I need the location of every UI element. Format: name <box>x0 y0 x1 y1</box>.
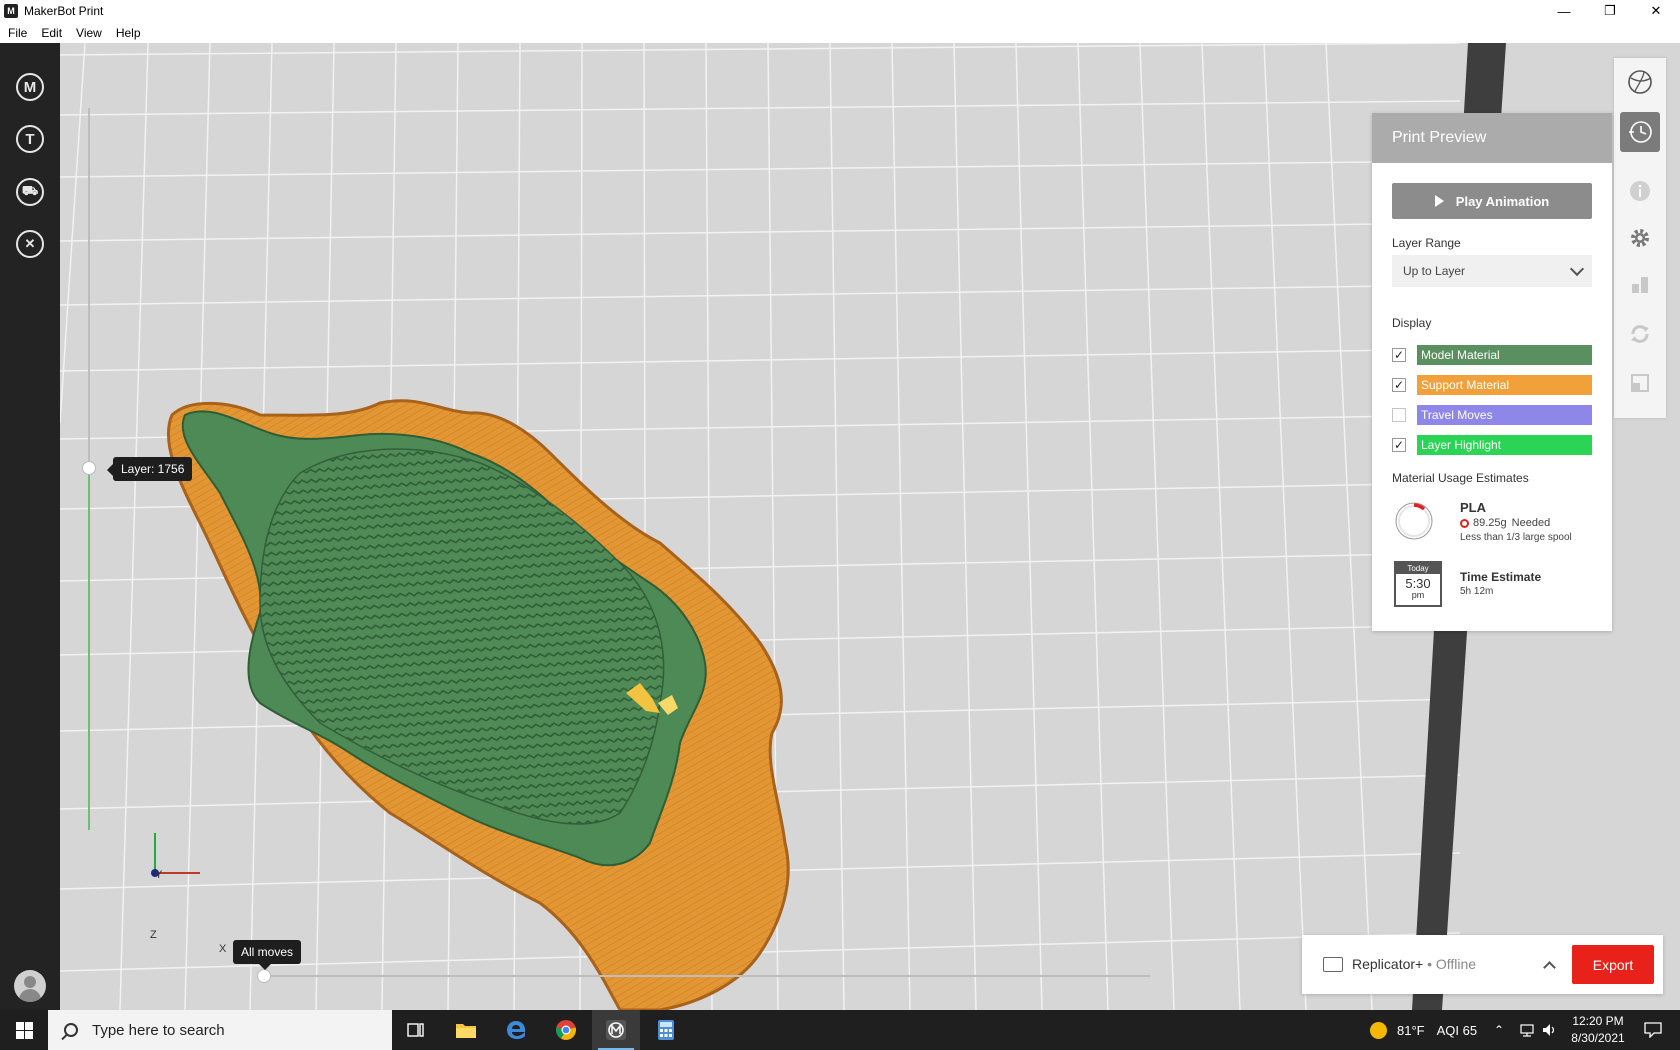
weather-widget[interactable]: 81°F AQI 65 <box>1370 1010 1477 1050</box>
checkbox-travel-moves[interactable] <box>1392 408 1406 422</box>
export-button[interactable]: Export <box>1572 945 1654 984</box>
material-usage-label: Material Usage Estimates <box>1392 471 1529 485</box>
rotate-icon[interactable] <box>1620 314 1660 354</box>
taskbar-clock[interactable]: 12:20 PM 8/30/2021 <box>1560 1013 1636 1047</box>
menu-file[interactable]: File <box>6 26 29 40</box>
display-layer-highlight[interactable]: ✓ Layer Highlight <box>1392 435 1592 455</box>
weather-aqi: AQI 65 <box>1436 1022 1478 1038</box>
play-animation-label: Play Animation <box>1455 193 1550 209</box>
calendar-day: Today <box>1396 563 1440 574</box>
swatch-support-material: Support Material <box>1417 375 1592 395</box>
time-estimate-title: Time Estimate <box>1460 570 1542 584</box>
search-placeholder: Type here to search <box>92 1021 225 1039</box>
layer-range-value: Up to Layer <box>1403 264 1466 278</box>
display-label: Display <box>1392 316 1432 330</box>
makerbot-print-taskbar-icon[interactable] <box>592 1010 640 1050</box>
display-travel-moves[interactable]: Travel Moves <box>1392 405 1592 425</box>
spool-note: Less than 1/3 large spool <box>1460 532 1572 543</box>
sun-icon <box>1370 1021 1387 1039</box>
notifications-icon[interactable] <box>1644 1010 1662 1050</box>
cart-icon[interactable]: ⛟ <box>16 178 44 206</box>
spool-gauge-icon <box>1395 502 1433 540</box>
checkbox-layer-highlight[interactable]: ✓ <box>1392 438 1406 452</box>
title-bar: M MakerBot Print — ❐ ✕ <box>0 0 1680 22</box>
menu-bar: File Edit View Help <box>0 22 1680 43</box>
printer-bar: Replicator+ • Offline Export <box>1302 935 1663 994</box>
app-logo-icon: M <box>4 4 18 18</box>
print-preview-panel: Print Preview Play Animation Layer Range… <box>1372 113 1612 631</box>
status-dot-icon <box>1460 518 1469 528</box>
makerbot-logo-icon[interactable]: M <box>16 73 44 101</box>
task-view-icon[interactable] <box>392 1010 440 1050</box>
printer-name: Replicator+ <box>1352 956 1424 972</box>
layer-range-select[interactable]: Up to Layer <box>1392 255 1592 287</box>
moves-tooltip: All moves <box>233 940 302 970</box>
chevron-up-icon[interactable] <box>1543 961 1556 974</box>
search-icon <box>64 1023 78 1037</box>
window-title: MakerBot Print <box>24 4 104 18</box>
calendar-time: 5:30 <box>1405 576 1431 591</box>
minimize-icon[interactable]: — <box>1541 0 1587 22</box>
display-model-material[interactable]: ✓ Model Material <box>1392 345 1592 365</box>
tools-icon[interactable]: ✕ <box>16 230 44 258</box>
swatch-travel-moves: Travel Moves <box>1417 405 1592 425</box>
clock-time: 12:20 PM <box>1572 1014 1624 1028</box>
swatch-layer-highlight: Layer Highlight <box>1417 435 1592 455</box>
time-estimate-value: 5h 12m <box>1460 586 1494 597</box>
calculator-icon[interactable] <box>642 1010 690 1050</box>
tray-chevron-icon[interactable]: ⌃ <box>1494 1010 1504 1050</box>
material-needed: 89.25g Needed <box>1460 517 1550 529</box>
edge-browser-icon[interactable] <box>492 1010 540 1050</box>
swatch-model-material: Model Material <box>1417 345 1592 365</box>
network-icon[interactable] <box>1518 1010 1536 1050</box>
moves-slider-handle[interactable] <box>257 969 271 983</box>
taskbar-search-box[interactable]: Type here to search <box>48 1010 392 1050</box>
checkbox-model-material[interactable]: ✓ <box>1392 348 1406 362</box>
print-preview-icon[interactable] <box>1620 112 1660 152</box>
play-animation-button[interactable]: Play Animation <box>1392 183 1592 219</box>
arrange-icon[interactable] <box>1620 265 1660 305</box>
material-needed-suffix: Needed <box>1511 517 1551 529</box>
play-icon <box>1434 195 1444 207</box>
display-support-material[interactable]: ✓ Support Material <box>1392 375 1592 395</box>
weather-temp: 81°F <box>1397 1022 1425 1038</box>
layer-slider-handle[interactable] <box>82 461 96 475</box>
layer-tooltip: Layer: 1756 <box>106 457 193 481</box>
printer-icon <box>1323 957 1343 972</box>
info-icon[interactable] <box>1620 171 1660 211</box>
panel-title: Print Preview <box>1372 113 1612 163</box>
moves-slider-track[interactable] <box>264 975 1150 977</box>
material-needed-amount: 89.25g <box>1473 517 1507 529</box>
scale-icon[interactable] <box>1620 363 1660 403</box>
material-name: PLA <box>1460 500 1486 515</box>
file-explorer-icon[interactable] <box>442 1010 490 1050</box>
chrome-browser-icon[interactable] <box>542 1010 590 1050</box>
thingiverse-icon[interactable]: T <box>16 125 44 153</box>
right-tool-column <box>1614 58 1666 418</box>
axis-y-label: Y <box>155 869 163 881</box>
axis-z-label: Z <box>150 929 157 941</box>
restore-icon[interactable]: ❐ <box>1587 0 1633 22</box>
layer-slider-fill <box>88 468 90 830</box>
menu-help[interactable]: Help <box>114 26 143 40</box>
taskbar: Type here to search 81°F AQI 65 ⌃ 12:20 … <box>0 1010 1680 1050</box>
menu-view[interactable]: View <box>74 26 104 40</box>
volume-icon[interactable] <box>1542 1010 1558 1050</box>
menu-edit[interactable]: Edit <box>39 26 64 40</box>
printer-selector[interactable]: Replicator+ • Offline <box>1352 956 1476 972</box>
clock-date: 8/30/2021 <box>1571 1031 1625 1045</box>
close-icon[interactable]: ✕ <box>1633 0 1679 22</box>
left-nav-rail: M T ⛟ ✕ <box>0 43 60 1010</box>
calendar-ampm: pm <box>1411 590 1425 600</box>
calendar-icon: Today 5:30 pm <box>1394 561 1442 607</box>
printer-status: • Offline <box>1423 956 1477 972</box>
checkbox-support-material[interactable]: ✓ <box>1392 378 1406 392</box>
chevron-down-icon <box>1569 261 1585 277</box>
account-icon[interactable] <box>14 970 46 1002</box>
axis-x-label: X <box>219 943 227 955</box>
view-cube-icon[interactable] <box>1620 62 1660 102</box>
layer-range-label: Layer Range <box>1392 236 1461 250</box>
settings-gear-icon[interactable] <box>1620 218 1660 258</box>
windows-start-icon[interactable] <box>0 1010 48 1050</box>
